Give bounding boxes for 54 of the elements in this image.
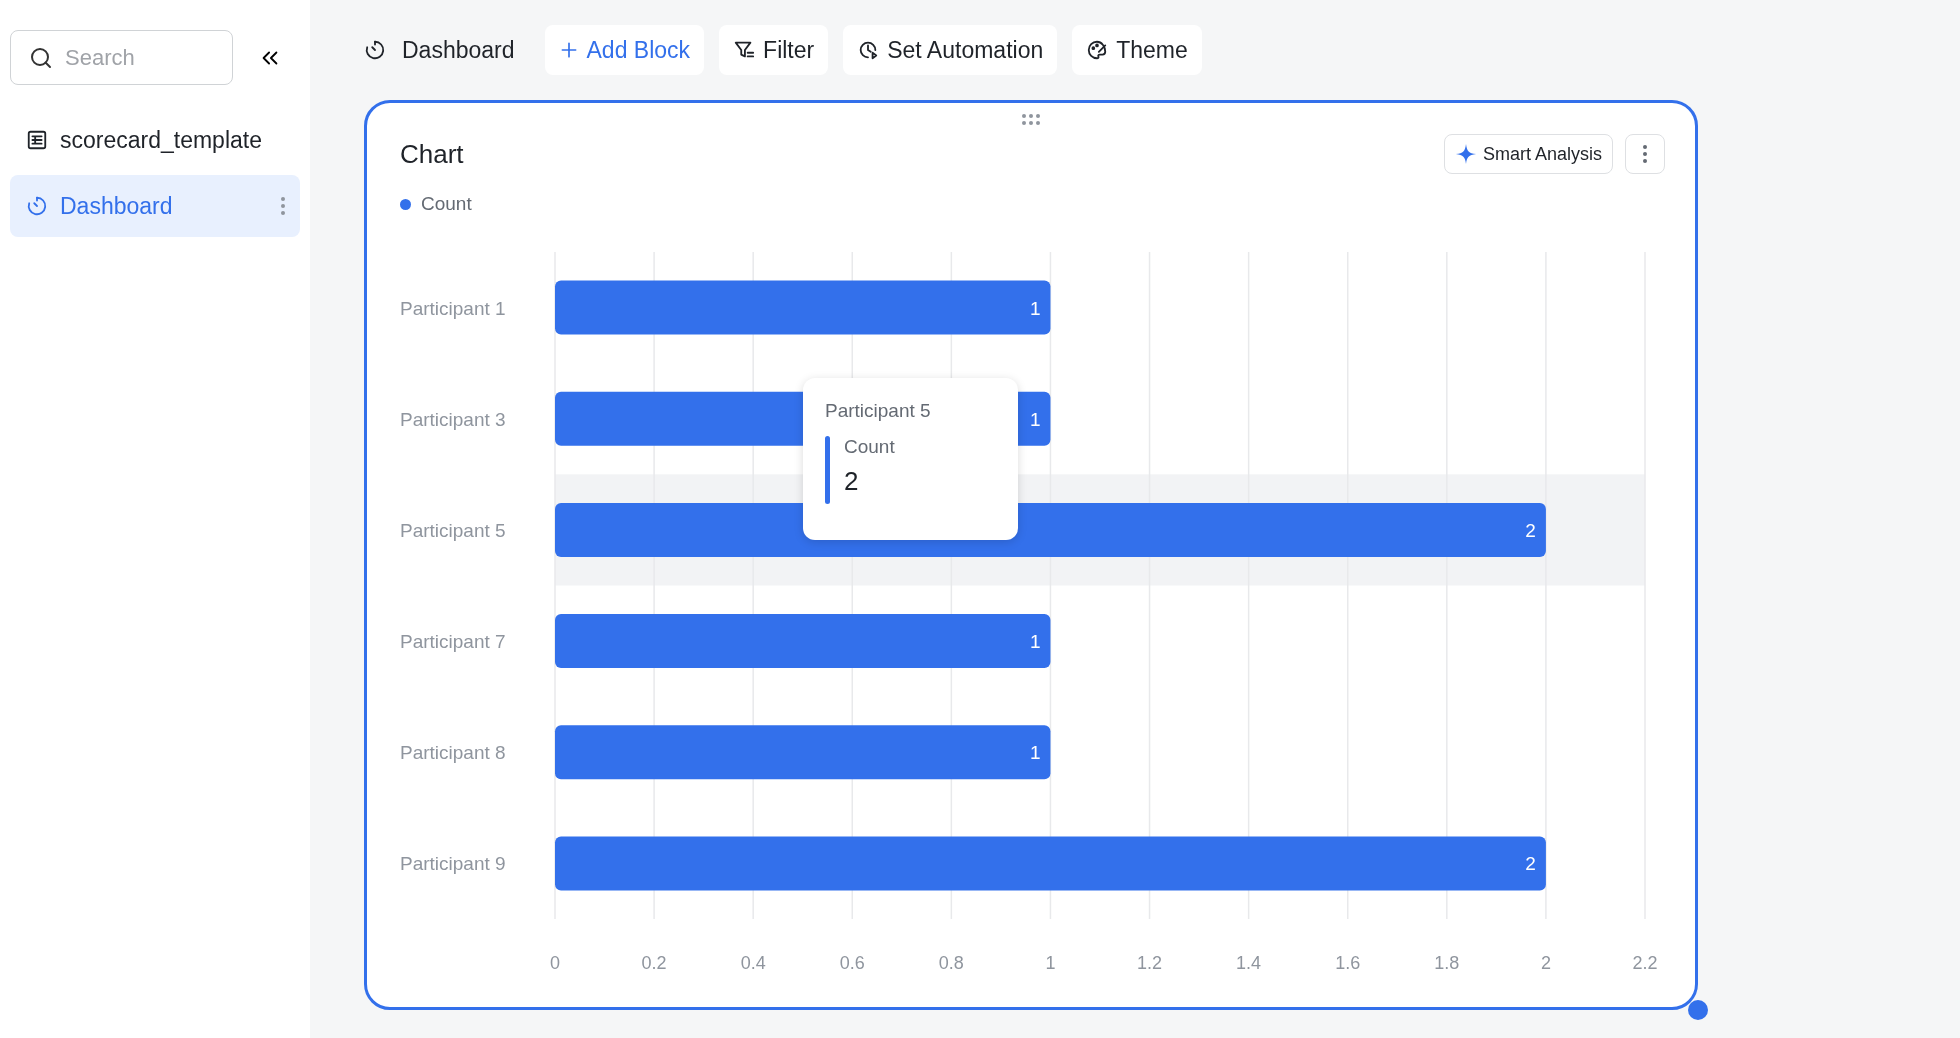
palette-icon (1086, 39, 1109, 61)
search-icon (29, 45, 53, 70)
chart-title: Chart (400, 138, 465, 170)
smart-analysis-button[interactable]: Smart Analysis (1443, 134, 1613, 174)
toolbar-button[interactable]: Theme (1072, 25, 1202, 75)
dashboard-icon (364, 39, 386, 61)
axis-label: 2.2 (1632, 953, 1658, 973)
series-value: 2 (844, 466, 860, 497)
more-icon (1642, 143, 1648, 165)
bar[interactable] (555, 725, 1051, 780)
bar[interactable] (555, 280, 1051, 335)
resize-handle[interactable] (1688, 1000, 1708, 1020)
sidebar-item[interactable]: scorecard_template (10, 109, 300, 171)
axis-label: 1 (1045, 953, 1056, 973)
more-icon[interactable] (280, 195, 286, 217)
data-label: 1 (1029, 742, 1041, 764)
table-icon (26, 129, 48, 151)
axis-label: 1.2 (1137, 953, 1163, 973)
bar[interactable] (555, 614, 1051, 669)
category-label: Participant 8 (400, 742, 506, 764)
axis-label: 0.4 (740, 953, 766, 973)
data-label: 1 (1029, 408, 1041, 430)
axis-label: 0.6 (839, 953, 865, 973)
axis-label: 1.4 (1236, 953, 1262, 973)
page-title: Dashboard (402, 36, 515, 64)
category-label: Participant 7 (400, 631, 506, 653)
drag-handle-icon[interactable] (1021, 113, 1041, 125)
axis-label: 0 (550, 953, 560, 973)
axis-label: 0.8 (938, 953, 964, 973)
axis-label: 1.6 (1335, 953, 1361, 973)
clock-icon (857, 39, 880, 61)
data-label: 2 (1525, 519, 1536, 541)
category-label: Participant 3 (400, 408, 506, 430)
legend-label: Count (421, 193, 472, 215)
axis-label: 1.8 (1434, 953, 1460, 973)
sidebar-item[interactable]: Dashboard (10, 175, 300, 237)
axis-label: 0.2 (641, 953, 667, 973)
tooltip-title: Participant 5 (825, 400, 932, 422)
data-label: 1 (1029, 297, 1041, 319)
toolbar-button[interactable]: Filter (719, 25, 829, 75)
series-name: Count (844, 436, 895, 458)
search-input[interactable]: Search (63, 43, 207, 72)
category-label: Participant 9 (400, 853, 506, 875)
toolbar-button[interactable]: Set Automation (843, 25, 1058, 75)
search-field[interactable]: Search (10, 30, 233, 85)
category-label: Participant 5 (400, 519, 506, 541)
data-label: 1 (1029, 631, 1041, 653)
axis-label: 2 (1540, 953, 1551, 973)
category-label: Participant 1 (400, 297, 506, 319)
toolbar-button[interactable]: Add Block (544, 25, 705, 75)
dashboard-icon (26, 195, 48, 217)
bar[interactable] (555, 836, 1546, 891)
data-label: 2 (1525, 853, 1536, 875)
more-button[interactable] (1625, 134, 1665, 174)
